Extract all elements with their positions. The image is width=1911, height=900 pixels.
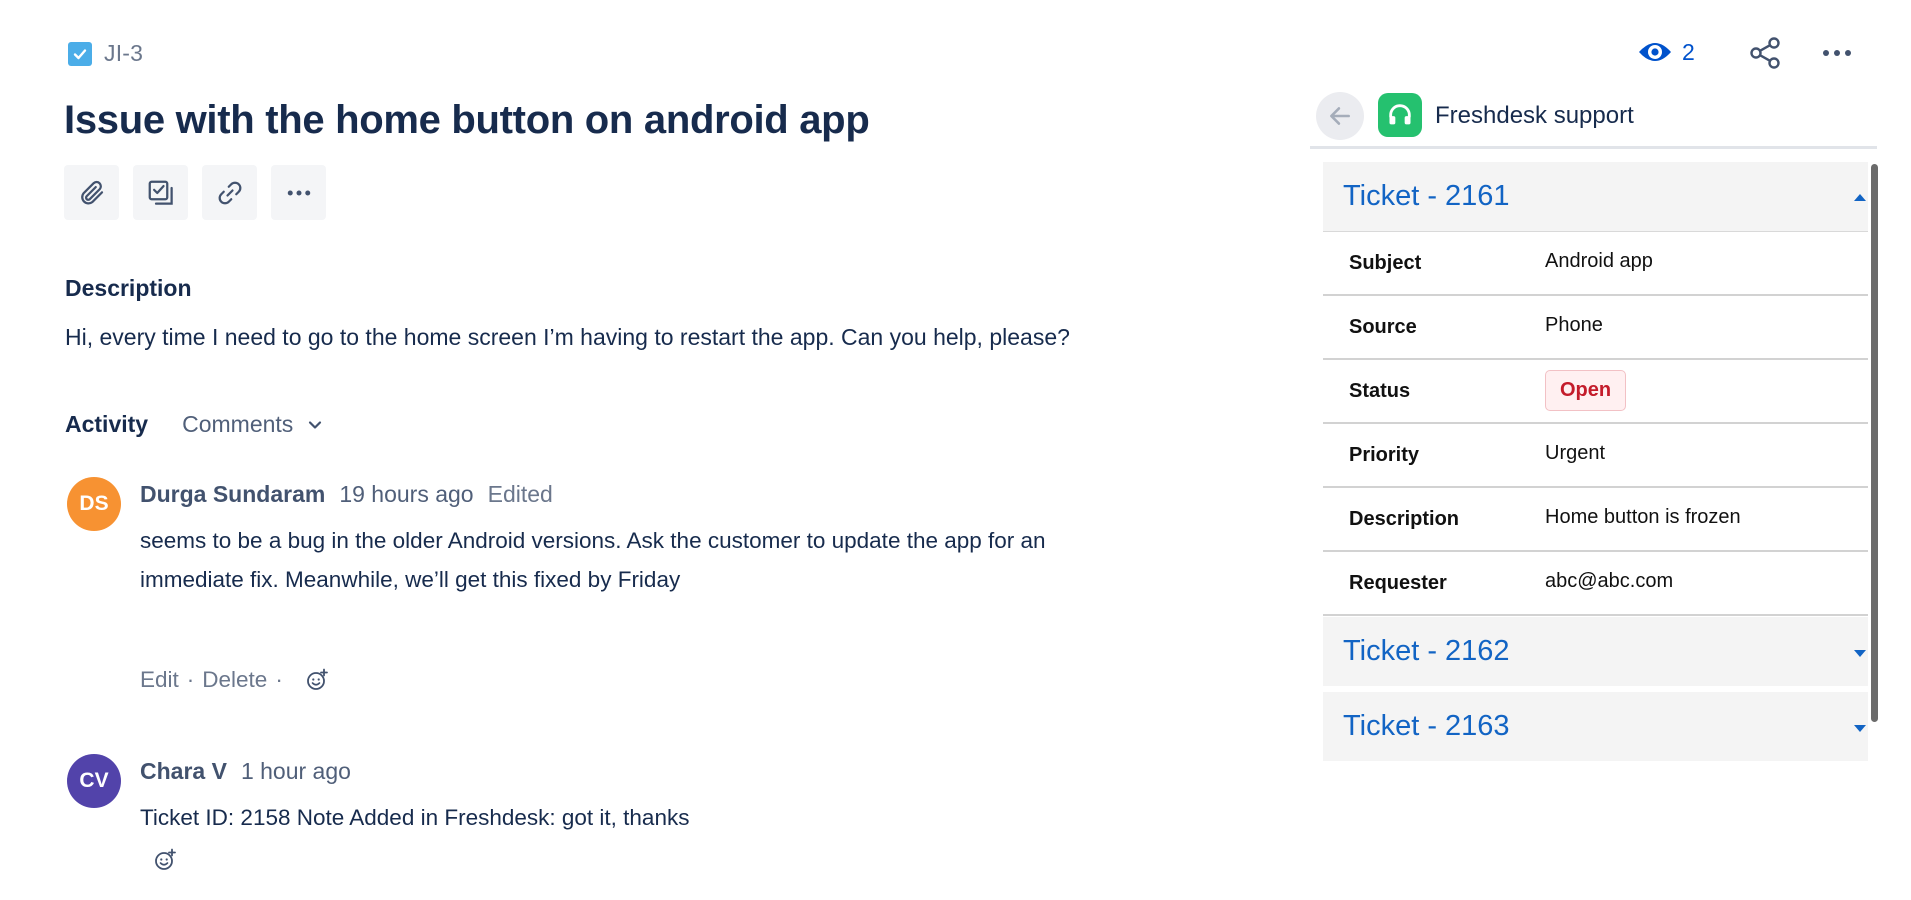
ticket-title[interactable]: Ticket - 2163: [1343, 710, 1510, 743]
link-issue-button[interactable]: [202, 165, 257, 220]
field-label: Subject: [1349, 252, 1422, 274]
caret-up-icon: [1852, 192, 1868, 202]
comment-actions: [153, 848, 177, 872]
ticket-field-row: Source Phone: [1323, 296, 1868, 360]
back-button[interactable]: [1316, 92, 1364, 140]
issue-toolbar: [64, 165, 326, 220]
more-actions-button[interactable]: [271, 165, 326, 220]
chevron-down-icon: [307, 419, 323, 431]
field-value: Phone: [1545, 314, 1603, 336]
comment-body: Ticket ID: 2158 Note Added in Freshdesk:…: [140, 805, 690, 830]
tickets-panel: Ticket - 2161 Subject Android app Source…: [1323, 162, 1872, 762]
arrow-left-icon: [1327, 103, 1353, 129]
eye-icon: [1638, 38, 1672, 66]
ticket-field-row: Subject Android app: [1323, 232, 1868, 296]
more-icon: [284, 178, 314, 208]
attach-button[interactable]: [64, 165, 119, 220]
app-name: Freshdesk support: [1435, 102, 1634, 129]
caret-down-icon: [1852, 724, 1868, 734]
edit-comment-button[interactable]: Edit: [140, 667, 179, 693]
separator-dot: ·: [275, 667, 283, 692]
page-title[interactable]: Issue with the home button on android ap…: [64, 98, 870, 143]
ticket-field-row: Priority Urgent: [1323, 424, 1868, 488]
field-label: Description: [1349, 508, 1460, 530]
activity-filter-label: Comments: [182, 411, 294, 437]
separator-dot: ·: [186, 667, 195, 692]
avatar[interactable]: CV: [67, 754, 121, 808]
ticket-title[interactable]: Ticket - 2161: [1343, 180, 1510, 213]
attachment-icon: [77, 178, 107, 208]
field-value: Urgent: [1545, 442, 1606, 464]
ticket-field-row: Description Home button is frozen: [1323, 488, 1868, 552]
comment-author[interactable]: Chara V: [140, 758, 227, 785]
comment-item: CV Chara V 1 hour ago Ticket ID: 2158 No…: [67, 754, 1167, 884]
avatar[interactable]: DS: [67, 477, 121, 531]
watcher-count: 2: [1682, 38, 1695, 65]
ticket-details-table: Subject Android app Source Phone Status …: [1323, 231, 1868, 616]
task-type-icon: [68, 41, 92, 66]
issue-key[interactable]: JI-3: [68, 40, 143, 67]
comment-body: seems to be a bug in the older Android v…: [140, 521, 1046, 599]
ticket-accordion-header[interactable]: Ticket - 2161: [1323, 162, 1868, 231]
panel-scrollbar[interactable]: [1871, 164, 1878, 722]
activity-header: Activity Comments: [65, 411, 323, 438]
share-button[interactable]: [1748, 36, 1782, 70]
field-value: Android app: [1545, 250, 1653, 272]
issue-key-label[interactable]: JI-3: [104, 40, 143, 67]
delete-comment-button[interactable]: Delete: [202, 667, 267, 693]
description-heading: Description: [65, 275, 192, 301]
more-icon: [1820, 42, 1854, 64]
activity-label: Activity: [65, 411, 149, 437]
status-badge: Open: [1545, 370, 1627, 411]
activity-filter-dropdown[interactable]: Comments: [182, 411, 323, 438]
field-label: Requester: [1349, 572, 1447, 594]
edited-label: Edited: [487, 481, 553, 507]
field-value: Home button is frozen: [1545, 506, 1741, 528]
more-options-button[interactable]: [1820, 42, 1854, 64]
freshdesk-logo: [1378, 93, 1422, 137]
add-reaction-icon[interactable]: [153, 848, 177, 872]
add-child-issue-button[interactable]: [133, 165, 188, 220]
add-reaction-icon[interactable]: [305, 668, 329, 692]
caret-down-icon: [1852, 649, 1868, 659]
field-label: Priority: [1349, 444, 1420, 466]
share-icon: [1748, 36, 1782, 70]
app-panel-header: Freshdesk support: [1310, 90, 1877, 149]
comment-body-line: immediate fix. Meanwhile, we’ll get this…: [140, 567, 681, 592]
comment-body-line: seems to be a bug in the older Android v…: [140, 528, 1046, 553]
comment-actions: Edit · Delete ·: [140, 667, 329, 693]
field-label: Status: [1349, 380, 1411, 402]
watch-button[interactable]: 2: [1638, 38, 1695, 66]
link-icon: [215, 178, 245, 208]
ticket-field-row: Requester abc@abc.com: [1323, 552, 1868, 616]
comment-author[interactable]: Durga Sundaram: [140, 481, 325, 508]
comment-timestamp[interactable]: 19 hours ago: [339, 481, 473, 508]
field-label: Source: [1349, 316, 1417, 338]
ticket-field-row: Status Open: [1323, 360, 1868, 424]
description-text[interactable]: Hi, every time I need to go to the home …: [65, 324, 1070, 351]
ticket-accordion-header[interactable]: Ticket - 2163: [1323, 692, 1868, 761]
headset-icon: [1386, 101, 1414, 129]
ticket-accordion-header[interactable]: Ticket - 2162: [1323, 617, 1868, 686]
comment-timestamp[interactable]: 1 hour ago: [241, 758, 351, 785]
child-issue-icon: [146, 178, 176, 208]
comment-item: DS Durga Sundaram 19 hours ago Edited se…: [67, 477, 1167, 697]
field-value: abc@abc.com: [1545, 570, 1674, 592]
ticket-title[interactable]: Ticket - 2162: [1343, 635, 1510, 668]
